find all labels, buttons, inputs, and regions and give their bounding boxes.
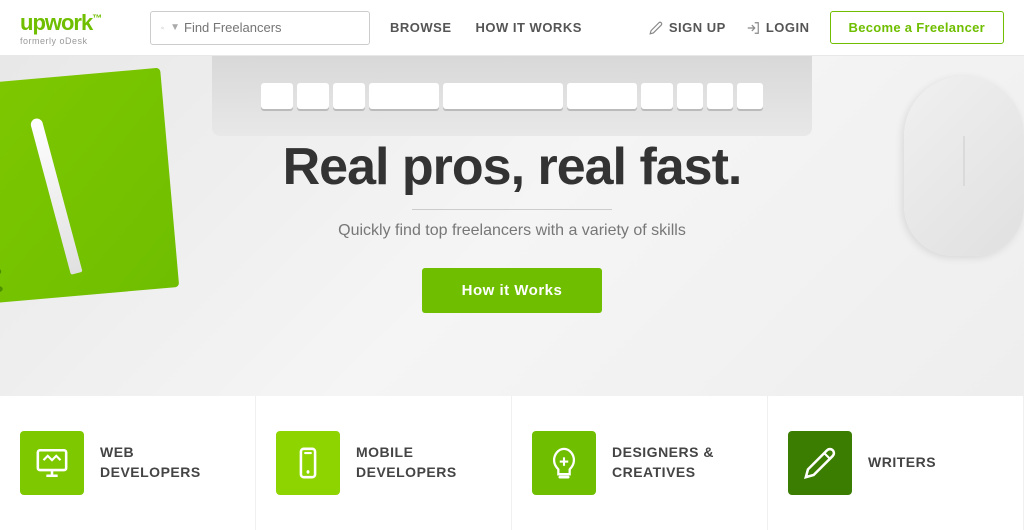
mouse-scroll-line: [964, 136, 965, 186]
navbar: upwork™ formerly oDesk ▼ BROWSE HOW IT W…: [0, 0, 1024, 56]
mobile-dev-label: MOBILE DEVELOPERS: [356, 443, 457, 482]
hero-cta-button[interactable]: How it Works: [422, 268, 603, 313]
logo: upwork™ formerly oDesk: [20, 10, 130, 46]
mobile-icon: [291, 446, 325, 480]
hero-subtitle: Quickly find top freelancers with a vari…: [283, 222, 742, 240]
search-dropdown-arrow[interactable]: ▼: [170, 22, 180, 33]
category-writers[interactable]: WRITERS: [768, 396, 1024, 530]
notebook-decoration: [0, 68, 179, 305]
signup-button[interactable]: SIGN UP: [649, 20, 726, 35]
nav-actions: SIGN UP LOGIN Become a Freelancer: [649, 11, 1004, 44]
hero-divider: [412, 209, 612, 210]
login-button[interactable]: LOGIN: [746, 20, 810, 35]
hero-title: Real pros, real fast.: [283, 139, 742, 196]
nav-links: BROWSE HOW IT WORKS: [390, 20, 649, 35]
web-dev-icon-box: [20, 431, 84, 495]
logo-formerly: formerly oDesk: [20, 36, 130, 46]
search-bar[interactable]: ▼: [150, 11, 370, 45]
category-designers-creatives[interactable]: DESIGNERS & CREATIVES: [512, 396, 768, 530]
mouse-decoration: [904, 76, 1024, 256]
hero-section: Real pros, real fast. Quickly find top f…: [0, 56, 1024, 396]
designers-label: DESIGNERS & CREATIVES: [612, 443, 714, 482]
pencil-icon: [649, 21, 663, 35]
writer-pencil-icon: [803, 446, 837, 480]
login-icon: [746, 21, 760, 35]
category-web-developers[interactable]: WEB DEVELOPERS: [0, 396, 256, 530]
design-icon: [547, 446, 581, 480]
notebook-spiral: [0, 93, 3, 293]
writers-label: WRITERS: [868, 453, 936, 473]
monitor-icon: [35, 446, 69, 480]
writers-icon-box: [788, 431, 852, 495]
search-icon: [161, 21, 164, 35]
design-icon-box: [532, 431, 596, 495]
nav-browse[interactable]: BROWSE: [390, 20, 452, 35]
categories-section: WEB DEVELOPERS MOBILE DEVELOPERS: [0, 396, 1024, 530]
become-freelancer-button[interactable]: Become a Freelancer: [830, 11, 1005, 44]
nav-how-it-works[interactable]: HOW IT WORKS: [476, 20, 582, 35]
logo-brand: upwork™: [20, 10, 130, 36]
mobile-dev-icon-box: [276, 431, 340, 495]
search-input[interactable]: [184, 20, 359, 35]
hero-content: Real pros, real fast. Quickly find top f…: [283, 139, 742, 312]
web-dev-label: WEB DEVELOPERS: [100, 443, 201, 482]
category-mobile-developers[interactable]: MOBILE DEVELOPERS: [256, 396, 512, 530]
keyboard-decoration: [212, 56, 812, 136]
